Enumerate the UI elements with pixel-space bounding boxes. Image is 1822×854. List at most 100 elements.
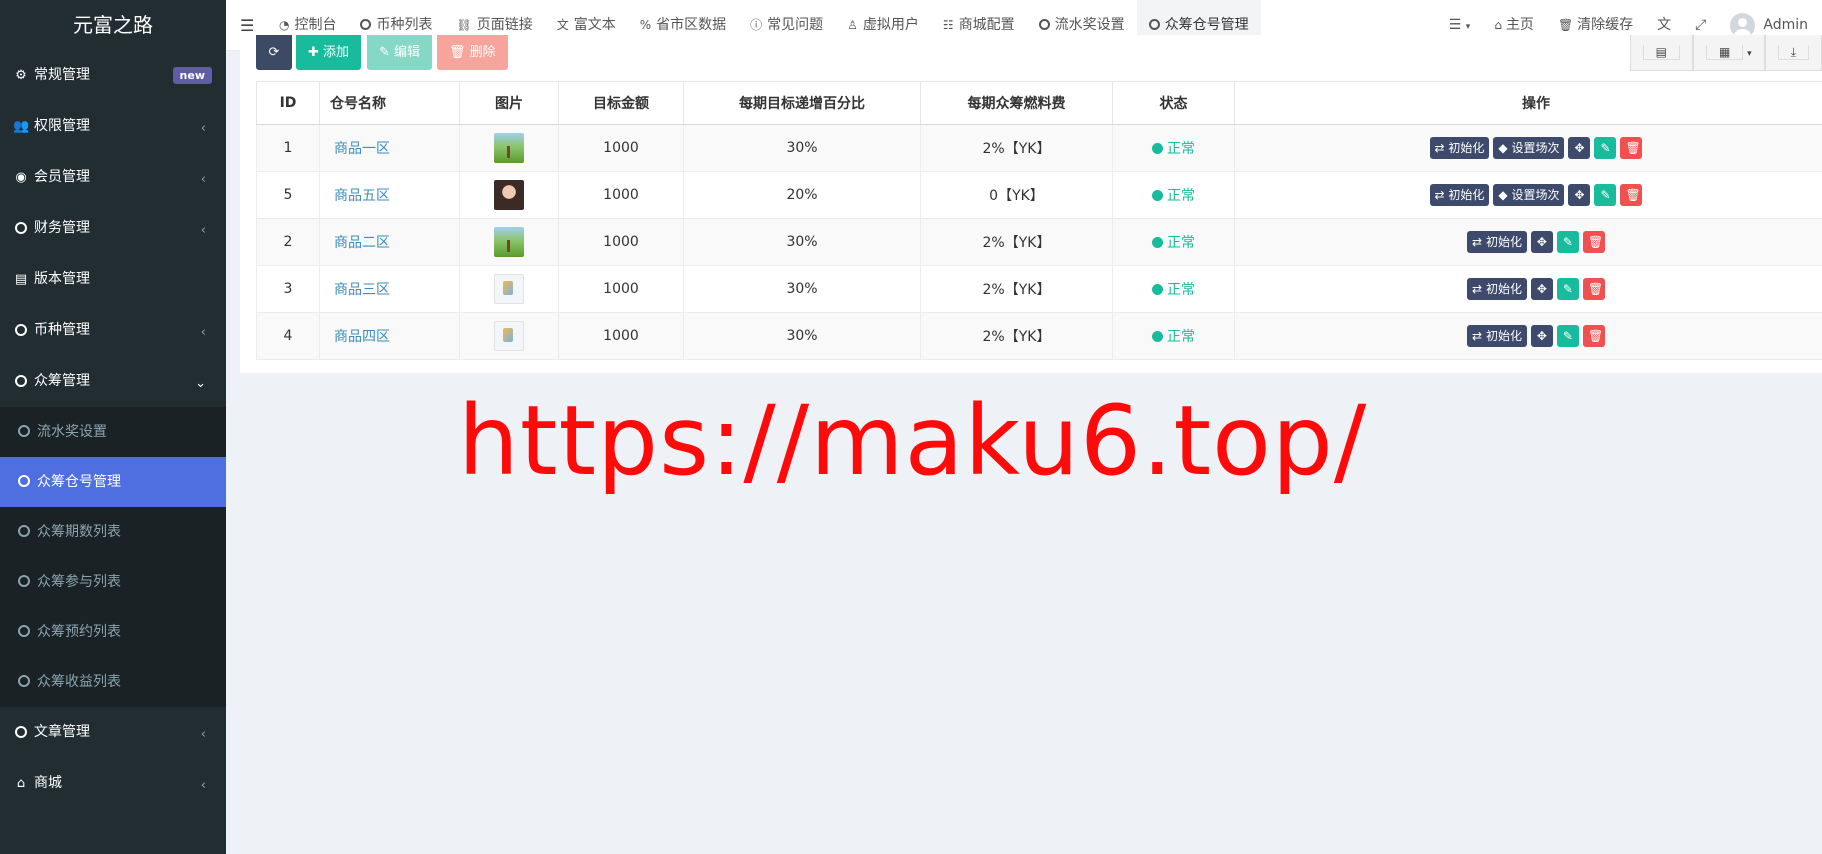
move-icon: ✥ [1574, 141, 1585, 155]
init-button[interactable]: ⇄ 初始化 [1467, 325, 1527, 347]
sidebar-item-permissions[interactable]: 👥 权限管理 ‹ [0, 101, 226, 152]
drag-button[interactable]: ✥ [1568, 137, 1591, 159]
sidebar-subitem-periods[interactable]: 众筹期数列表 [0, 507, 226, 557]
status-badge: 正常 [1152, 235, 1195, 251]
table-row[interactable]: 4 商品四区 1000 30% 2%【YK】 正常 ⇄ 初始化 ✥ ✎ 🗑 [256, 312, 1822, 360]
cell-name: 商品四区 [319, 312, 460, 360]
table-tools: ▤ ▦ ▾ ⤓ [1629, 35, 1822, 71]
table-row[interactable]: 1 商品一区 1000 30% 2%【YK】 正常 ⇄ 初始化 ◆ 设置场次 ✥ ✎ 🗑 [256, 124, 1822, 172]
set-scene-button[interactable]: ◆ 设置场次 [1493, 137, 1565, 159]
name-link[interactable]: 商品四区 [330, 329, 390, 345]
cell-name: 商品三区 [319, 265, 460, 313]
circle-icon [18, 425, 30, 437]
tab-label: 省市区数据 [656, 17, 727, 33]
cell-fuel-fee: 2%【YK】 [920, 265, 1113, 313]
refresh-button[interactable]: ⟳ [256, 35, 292, 70]
toggle-view-button[interactable]: ▤ [1629, 35, 1693, 71]
sidebar-item-finance[interactable]: 财务管理 ‹ [0, 203, 226, 254]
sidebar-item-articles[interactable]: 文章管理 ‹ [0, 707, 226, 758]
sidebar-subitem-label: 众筹仓号管理 [37, 474, 121, 490]
cell-status: 正常 [1112, 218, 1235, 266]
row-delete-button[interactable]: 🗑 [1582, 325, 1605, 347]
sidebar-item-currency[interactable]: 币种管理 ‹ [0, 305, 226, 356]
set-scene-button[interactable]: ◆ 设置场次 [1493, 184, 1565, 206]
sidebar-subitem-warehouse[interactable]: 众筹仓号管理 [0, 457, 226, 507]
sidebar-subitem-reservations[interactable]: 众筹预约列表 [0, 607, 226, 657]
sidebar-item-mall[interactable]: ⌂ 商城 ‹ [0, 758, 226, 809]
row-edit-button[interactable]: ✎ [1594, 137, 1617, 159]
table-row[interactable]: 5 商品五区 1000 20% 0【YK】 正常 ⇄ 初始化 ◆ 设置场次 ✥ ✎ 🗑 [256, 171, 1822, 219]
circle-icon [15, 324, 27, 336]
sidebar-item-crowdfunding[interactable]: 众筹管理 ⌄ [0, 356, 226, 407]
col-increase-pct[interactable]: 每期目标递增百分比 [683, 81, 921, 125]
columns-dropdown-button[interactable]: ▦ ▾ [1692, 35, 1765, 71]
col-image[interactable]: 图片 [459, 81, 559, 125]
export-button[interactable]: ⤓ [1764, 35, 1822, 71]
table-row[interactable]: 3 商品三区 1000 30% 2%【YK】 正常 ⇄ 初始化 ✥ ✎ 🗑 [256, 265, 1822, 313]
warehouse-table: ID 仓号名称 图片 目标金额 每期目标递增百分比 每期众筹燃料费 状态 操作 … [256, 81, 1822, 360]
row-edit-button[interactable]: ✎ [1556, 231, 1579, 253]
refresh-icon: ⟳ [268, 45, 280, 60]
percent-icon: % [639, 18, 652, 32]
col-name[interactable]: 仓号名称 [319, 81, 460, 125]
cell-id: 2 [256, 218, 320, 266]
edit-button[interactable]: ✎ 编辑 [367, 35, 433, 70]
sidebar-item-label: 币种管理 [34, 322, 90, 338]
chevron-left-icon: ‹ [200, 778, 206, 793]
status-badge: 正常 [1152, 141, 1195, 157]
row-actions: ⇄ 初始化 ✥ ✎ 🗑 [1467, 278, 1605, 300]
move-icon: ✥ [1536, 235, 1547, 249]
drag-button[interactable]: ✥ [1530, 278, 1553, 300]
sidebar-item-label: 商城 [34, 775, 62, 791]
cell-name: 商品一区 [319, 124, 460, 172]
thumbnail-image[interactable] [494, 227, 524, 257]
table-row[interactable]: 2 商品二区 1000 30% 2%【YK】 正常 ⇄ 初始化 ✥ ✎ 🗑 [256, 218, 1822, 266]
row-edit-button[interactable]: ✎ [1594, 184, 1617, 206]
sidebar-item-general[interactable]: ⚙ 常规管理 new [0, 50, 226, 101]
sidebar-item-members[interactable]: ◉ 会员管理 ‹ [0, 152, 226, 203]
status-dot-icon [1152, 331, 1163, 342]
cell-name: 商品二区 [319, 218, 460, 266]
row-edit-button[interactable]: ✎ [1556, 278, 1579, 300]
row-delete-button[interactable]: 🗑 [1582, 231, 1605, 253]
thumbnail-image[interactable] [494, 274, 524, 304]
init-button[interactable]: ⇄ 初始化 [1429, 184, 1490, 206]
cell-target: 1000 [558, 312, 684, 360]
init-label: 初始化 [1448, 188, 1485, 202]
status-dot-icon [1152, 143, 1163, 154]
tab-label: 页面链接 [476, 17, 533, 33]
sidebar-subitem-flow-reward[interactable]: 流水奖设置 [0, 407, 226, 457]
drag-button[interactable]: ✥ [1530, 325, 1553, 347]
sidebar-item-version[interactable]: ▤ 版本管理 [0, 254, 226, 305]
hamburger-icon[interactable]: ☰ [240, 16, 254, 35]
name-link[interactable]: 商品五区 [330, 188, 390, 204]
thumbnail-image[interactable] [494, 321, 524, 351]
thumbnail-image[interactable] [494, 180, 524, 210]
row-delete-button[interactable]: 🗑 [1620, 184, 1643, 206]
row-edit-button[interactable]: ✎ [1556, 325, 1579, 347]
init-button[interactable]: ⇄ 初始化 [1429, 137, 1490, 159]
circle-icon [15, 726, 27, 738]
app-logo[interactable]: 元富之路 [0, 0, 226, 50]
init-button[interactable]: ⇄ 初始化 [1467, 231, 1527, 253]
drag-button[interactable]: ✥ [1568, 184, 1591, 206]
name-link[interactable]: 商品三区 [330, 282, 390, 298]
init-button[interactable]: ⇄ 初始化 [1467, 278, 1527, 300]
col-fuel-fee[interactable]: 每期众筹燃料费 [920, 81, 1113, 125]
row-delete-button[interactable]: 🗑 [1620, 137, 1643, 159]
drag-button[interactable]: ✥ [1530, 231, 1553, 253]
col-status[interactable]: 状态 [1112, 81, 1235, 125]
name-link[interactable]: 商品二区 [330, 235, 390, 251]
row-delete-button[interactable]: 🗑 [1582, 278, 1605, 300]
thumbnail-image[interactable] [494, 133, 524, 163]
status-label: 正常 [1167, 235, 1195, 251]
circle-icon [18, 675, 30, 687]
add-button[interactable]: ✚ 添加 [296, 35, 362, 70]
sidebar-subitem-earnings[interactable]: 众筹收益列表 [0, 657, 226, 707]
name-link[interactable]: 商品一区 [330, 141, 390, 157]
col-target[interactable]: 目标金额 [558, 81, 684, 125]
delete-button[interactable]: 🗑 删除 [437, 35, 508, 70]
sidebar-item-label: 文章管理 [34, 724, 90, 740]
sidebar-subitem-participants[interactable]: 众筹参与列表 [0, 557, 226, 607]
col-id[interactable]: ID [256, 81, 320, 125]
